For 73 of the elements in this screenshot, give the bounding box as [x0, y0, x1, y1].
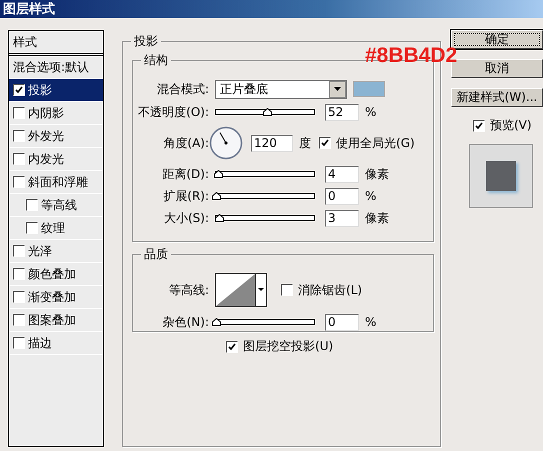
style-item[interactable]: 外发光 — [9, 125, 104, 148]
value-field[interactable]: 3 — [325, 210, 360, 226]
field-label: 等高线: — [168, 282, 210, 298]
unit-label: % — [365, 105, 376, 119]
checkbox-label: 预览(V) — [490, 117, 532, 134]
shadow-color-swatch[interactable] — [353, 81, 386, 97]
group-title: 结构 — [141, 52, 172, 69]
checkbox[interactable] — [13, 84, 25, 96]
unit-label: % — [365, 315, 376, 329]
checkbox[interactable] — [473, 120, 485, 132]
checkbox[interactable] — [13, 153, 25, 165]
style-item[interactable]: 渐变叠加 — [9, 286, 104, 309]
contour-picker[interactable] — [215, 273, 268, 307]
checkbox[interactable] — [13, 245, 25, 257]
slider-track[interactable] — [215, 215, 316, 221]
slider-thumb[interactable] — [214, 211, 224, 219]
angle-dial[interactable] — [209, 126, 244, 160]
checkbox-label: 消除锯齿(L) — [298, 282, 362, 298]
unit-label: % — [365, 189, 376, 203]
checkbox[interactable] — [13, 107, 25, 119]
checkbox[interactable] — [226, 340, 238, 352]
checkbox[interactable] — [13, 291, 25, 303]
blend-mode-dropdown[interactable]: 正片叠底 — [215, 80, 348, 98]
style-item[interactable]: 颜色叠加 — [9, 263, 104, 286]
list-header: 样式 — [13, 34, 37, 50]
slider-track[interactable] — [215, 193, 316, 199]
value-field[interactable]: 0 — [325, 188, 360, 204]
slider-thumb[interactable] — [214, 167, 223, 175]
field-label: 扩展(R): — [162, 188, 210, 204]
slider-thumb[interactable] — [212, 189, 222, 197]
unit-label: 像素 — [365, 166, 390, 182]
slider-track[interactable] — [215, 109, 316, 115]
style-item[interactable]: 描边 — [9, 332, 104, 355]
group-title: 品质 — [141, 246, 172, 263]
value-field[interactable]: 120 — [251, 134, 294, 152]
checkbox[interactable] — [319, 137, 332, 149]
checkbox[interactable] — [13, 314, 25, 326]
value-field[interactable]: 0 — [325, 314, 360, 330]
field-label: 角度(A): — [162, 134, 210, 152]
field-label: 距离(D): — [161, 166, 210, 182]
slider-thumb[interactable] — [262, 105, 272, 113]
style-item[interactable]: 光泽 — [9, 240, 104, 263]
checkbox[interactable] — [13, 268, 25, 280]
unit-label: 度 — [299, 134, 312, 152]
slider-thumb[interactable] — [212, 315, 222, 323]
slider-track[interactable] — [215, 319, 316, 325]
style-item[interactable]: 投影 — [9, 79, 104, 102]
unit-label: 像素 — [365, 210, 390, 226]
checkbox[interactable] — [281, 284, 294, 296]
style-item[interactable]: 图案叠加 — [9, 309, 104, 332]
style-item[interactable]: 等高线 — [9, 194, 104, 217]
checkbox[interactable] — [13, 176, 25, 188]
checkbox[interactable] — [26, 199, 38, 211]
window-title: 图层样式 — [3, 1, 55, 18]
value-field[interactable]: 4 — [325, 166, 360, 182]
checkbox-label: 使用全局光(G) — [336, 134, 415, 152]
field-label: 大小(S): — [162, 210, 210, 226]
checkbox[interactable] — [13, 130, 25, 142]
style-item[interactable]: 纹理 — [9, 217, 104, 240]
style-item[interactable]: 内发光 — [9, 148, 104, 171]
field-label: 混合模式: — [156, 80, 210, 98]
checkbox[interactable] — [26, 222, 38, 234]
value-field[interactable]: 52 — [325, 104, 360, 120]
style-item[interactable]: 内阴影 — [9, 102, 104, 125]
checkbox[interactable] — [13, 337, 25, 349]
preview-square — [486, 161, 516, 191]
field-label: 不透明度(O): — [137, 104, 210, 120]
slider-track[interactable] — [215, 171, 316, 177]
checkbox-label: 图层挖空投影(U) — [243, 338, 334, 355]
dialog-button[interactable]: 新建样式(W)... — [451, 88, 543, 107]
field-label: 杂色(N): — [162, 314, 210, 330]
group-title: 投影 — [131, 33, 162, 50]
style-item[interactable]: 斜面和浮雕 — [9, 171, 104, 194]
